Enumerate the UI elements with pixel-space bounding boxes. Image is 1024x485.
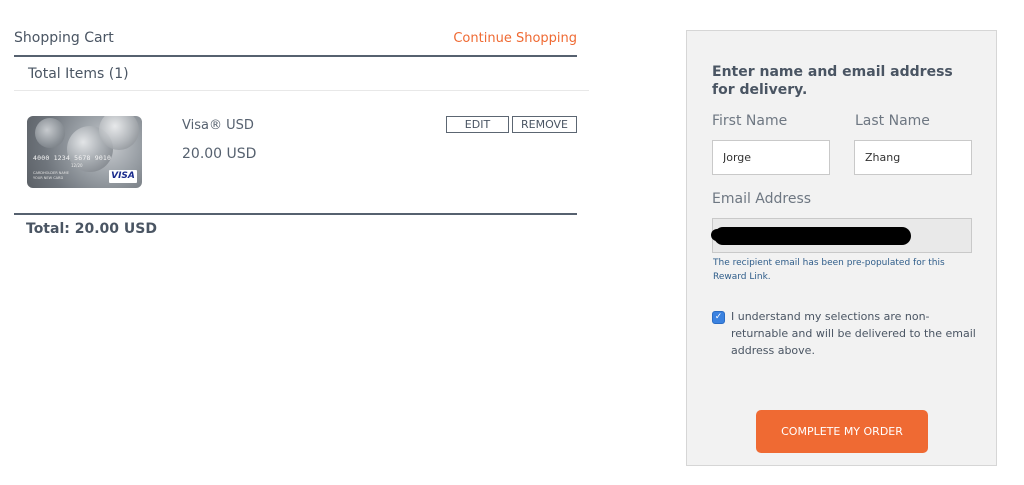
- complete-order-button[interactable]: COMPLETE MY ORDER: [756, 410, 928, 453]
- gift-card-image: 4000 1234 5678 9010 12/20 CARDHOLDER NAM…: [27, 116, 142, 188]
- items-divider: [14, 90, 589, 91]
- card-holder: CARDHOLDER NAME YOUR NEW CARD: [33, 171, 69, 181]
- cart-title: Shopping Cart: [14, 30, 114, 46]
- shopping-cart: Shopping Cart Continue Shopping Total It…: [14, 30, 589, 215]
- acknowledgement-checkbox[interactable]: ✓: [712, 311, 725, 324]
- email-helper-text: The recipient email has been pre-populat…: [713, 258, 945, 282]
- first-name-input[interactable]: [712, 140, 830, 175]
- total-items-label: Total Items (1): [28, 66, 129, 82]
- checkmark-icon: ✓: [714, 312, 723, 322]
- item-actions: EDIT REMOVE: [446, 116, 577, 133]
- delivery-heading: Enter name and email address for deliver…: [712, 64, 953, 98]
- continue-shopping-link[interactable]: Continue Shopping: [453, 31, 577, 46]
- email-redaction: [714, 227, 911, 245]
- total-divider: [14, 213, 577, 215]
- item-price: 20.00 USD: [182, 146, 257, 162]
- item-name: Visa® USD: [182, 118, 254, 133]
- acknowledgement-text: I understand my selections are non-retur…: [731, 310, 976, 357]
- card-number: 4000 1234 5678 9010: [33, 154, 112, 162]
- last-name-input[interactable]: [854, 140, 972, 175]
- visa-logo: VISA: [109, 170, 137, 183]
- last-name-label: Last Name: [855, 113, 930, 129]
- remove-button[interactable]: REMOVE: [512, 116, 577, 133]
- cart-total: Total: 20.00 USD: [26, 221, 157, 237]
- first-name-label: First Name: [712, 113, 788, 129]
- card-expiry: 12/20: [71, 163, 83, 168]
- edit-button[interactable]: EDIT: [446, 116, 509, 133]
- card-holder-line2: YOUR NEW CARD: [33, 176, 64, 180]
- cart-header: Shopping Cart Continue Shopping: [14, 30, 577, 54]
- email-redaction-start: [711, 229, 741, 241]
- delivery-panel: Enter name and email address for deliver…: [686, 30, 997, 466]
- cart-item: 4000 1234 5678 9010 12/20 CARDHOLDER NAM…: [27, 116, 577, 190]
- email-label: Email Address: [712, 191, 812, 207]
- header-divider: [14, 55, 577, 57]
